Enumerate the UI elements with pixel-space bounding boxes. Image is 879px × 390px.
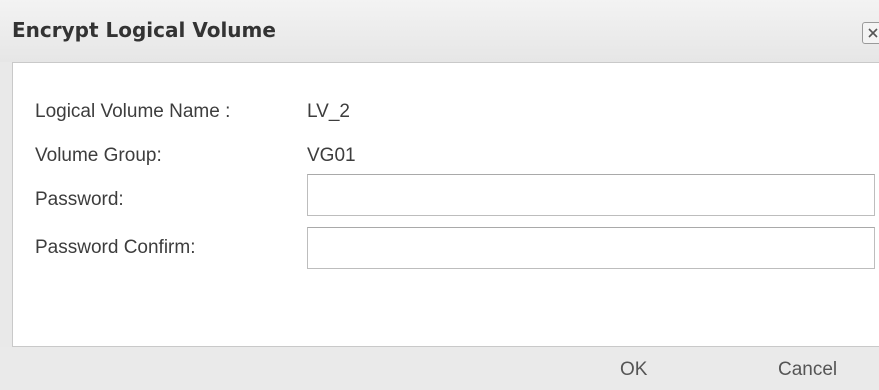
encrypt-logical-volume-dialog: Encrypt Logical Volume Logical Volume Na… [0, 0, 879, 390]
close-icon [868, 28, 878, 38]
dialog-title: Encrypt Logical Volume [12, 18, 276, 42]
dialog-footer: OK Cancel [0, 347, 879, 390]
form-panel: Logical Volume Name : LV_2 Volume Group:… [12, 62, 879, 347]
lv-name-label: Logical Volume Name : [35, 101, 231, 122]
cancel-button[interactable]: Cancel [778, 359, 837, 381]
password-label: Password: [35, 189, 124, 210]
password-input[interactable] [307, 174, 875, 216]
volume-group-label: Volume Group: [35, 145, 162, 166]
close-button[interactable] [862, 22, 879, 44]
ok-button[interactable]: OK [620, 359, 647, 381]
password-confirm-input[interactable] [307, 227, 875, 269]
dialog-title-bar: Encrypt Logical Volume [0, 0, 879, 62]
lv-name-value: LV_2 [307, 101, 350, 122]
volume-group-value: VG01 [307, 145, 356, 166]
password-confirm-label: Password Confirm: [35, 237, 196, 258]
